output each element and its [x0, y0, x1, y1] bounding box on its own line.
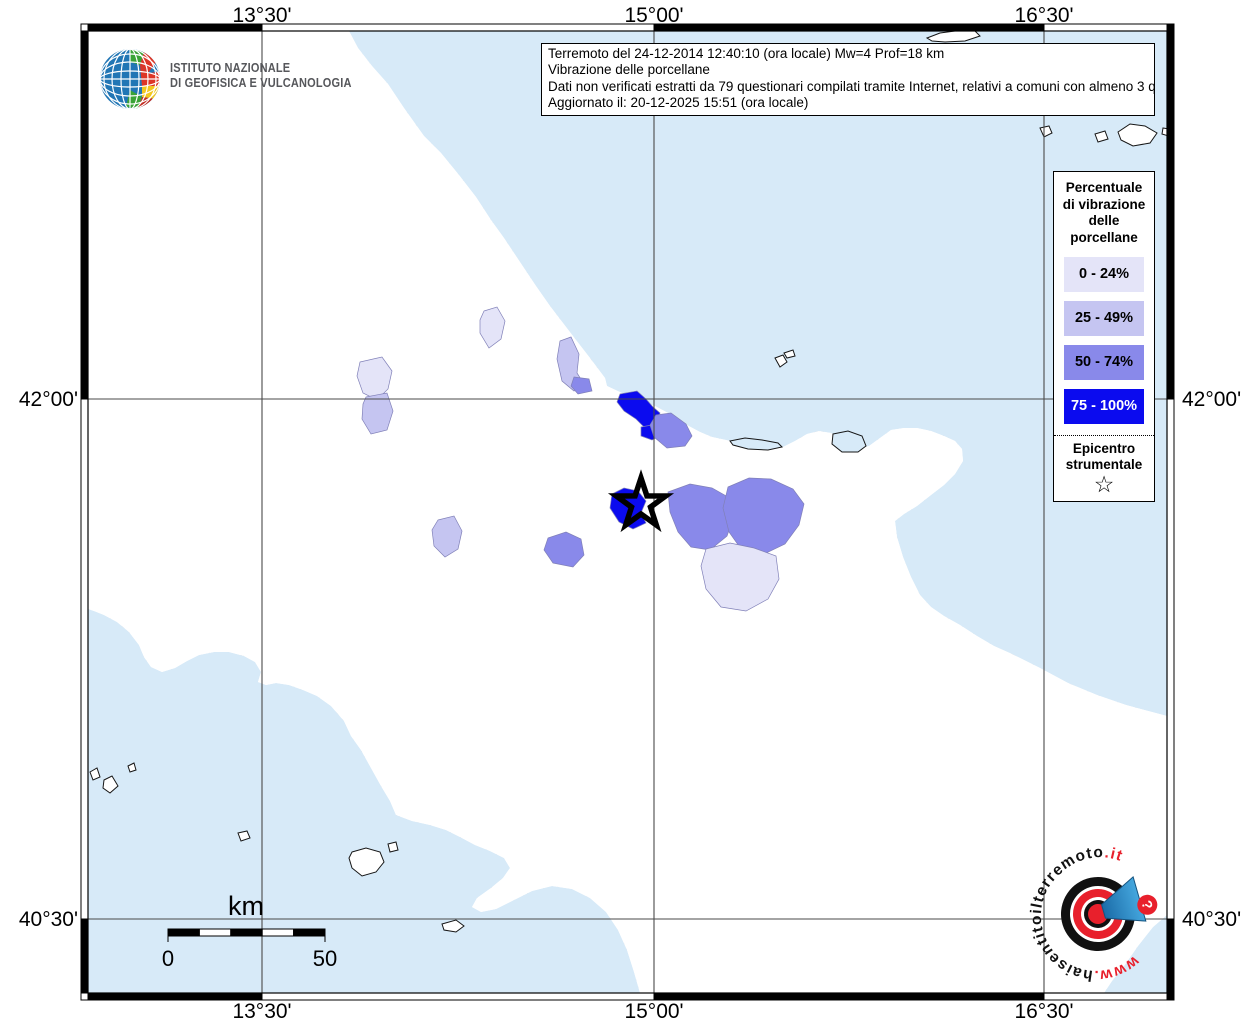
legend-swatch: 0 - 24% — [1064, 257, 1144, 292]
event-subtitle: Vibrazione delle porcellane — [548, 62, 710, 78]
legend-swatch: 25 - 49% — [1064, 301, 1144, 336]
event-title: Terremoto del 24-12-2014 12:40:10 (ora l… — [548, 46, 945, 61]
axis-label-right-4200: 42°00' — [1182, 388, 1242, 411]
ingv-name: ISTITUTO NAZIONALE DI GEOFISICA E VULCAN… — [170, 61, 352, 90]
axis-label-bottom-1330: 13°30' — [232, 1000, 292, 1023]
legend-epicenter: Epicentro strumentale ☆ — [1054, 435, 1154, 497]
legend-swatch: 75 - 100% — [1064, 389, 1144, 424]
legend-title-line: di vibrazione — [1062, 196, 1146, 212]
legend: Percentuale di vibrazione delle porcella… — [1053, 171, 1155, 502]
scale-start-label: 0 — [162, 946, 174, 971]
event-info-box: Terremoto del 24-12-2014 12:40:10 (ora l… — [541, 43, 1155, 116]
legend-classes: 0 - 24% 25 - 49% 50 - 74% 75 - 100% — [1054, 246, 1154, 424]
legend-swatch: 50 - 74% — [1064, 345, 1144, 380]
legend-title-line: delle — [1088, 213, 1120, 228]
ingv-globe-icon — [100, 49, 160, 109]
axis-label-top-1630: 16°30' — [1014, 4, 1074, 27]
map-screenshot: km 0 50 13°30' 15°00' 16°30' 13°30' 15°0… — [0, 0, 1255, 1024]
axis-label-left-4030: 40°30' — [18, 908, 78, 931]
legend-title: Percentuale di vibrazione delle porcella… — [1054, 172, 1154, 246]
event-data-note: Dati non verificati estratti da 79 quest… — [548, 78, 1155, 94]
axis-label-bottom-1500: 15°00' — [624, 1000, 684, 1023]
scale-end-label: 50 — [313, 946, 337, 971]
axis-label-top-1330: 13°30' — [232, 4, 292, 27]
scale-unit-label: km — [228, 891, 264, 921]
ingv-logo: ISTITUTO NAZIONALE DI GEOFISICA E VULCAN… — [96, 46, 436, 116]
ingv-name-line1: ISTITUTO NAZIONALE — [170, 61, 291, 75]
epicenter-star-icon: ☆ — [1093, 471, 1115, 497]
event-update-time: Aggiornato il: 20-12-2025 15:51 (ora loc… — [548, 95, 809, 111]
legend-title-line: Percentuale — [1065, 180, 1143, 195]
legend-title-line: porcellane — [1070, 229, 1138, 245]
legend-epicenter-label: Epicentro — [1072, 441, 1136, 456]
axis-label-left-4200: 42°00' — [18, 388, 78, 411]
axis-label-top-1500: 15°00' — [624, 4, 684, 27]
ingv-name-line2: DI GEOFISICA E VULCANOLOGIA — [170, 75, 352, 90]
hsit-watermark-logo: ? www.haisentitoilterremoto.it — [1021, 842, 1158, 990]
